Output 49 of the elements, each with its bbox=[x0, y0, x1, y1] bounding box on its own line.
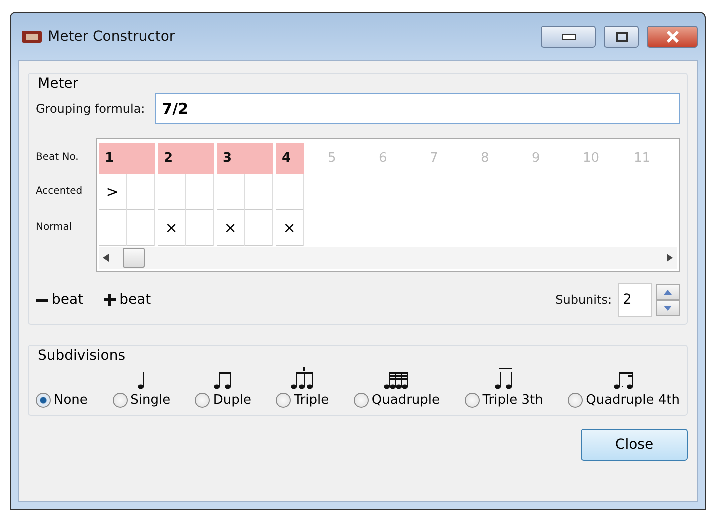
normal-cell[interactable]: × bbox=[217, 210, 244, 246]
formula-field[interactable]: 7/2 bbox=[155, 93, 680, 124]
plus-icon bbox=[104, 294, 116, 306]
beat-number[interactable]: 1 bbox=[99, 143, 155, 174]
beat-number[interactable]: 4 bbox=[276, 143, 304, 174]
note-icon bbox=[384, 372, 410, 390]
subdivision-radio[interactable]: None bbox=[36, 393, 88, 408]
add-beat-button[interactable]: beat bbox=[104, 292, 152, 308]
subdivision-radio[interactable]: Quadruple 4th bbox=[568, 393, 680, 408]
normal-cell[interactable]: × bbox=[158, 210, 185, 246]
subdivision-radio[interactable]: Triple bbox=[276, 393, 330, 408]
up-arrow-icon bbox=[664, 290, 672, 294]
formula-label: Grouping formula: bbox=[36, 102, 146, 116]
close-window-button[interactable] bbox=[647, 26, 698, 48]
spin-up-button[interactable] bbox=[656, 284, 680, 300]
subdivision-radio[interactable]: Single bbox=[112, 393, 171, 408]
beat-number[interactable]: 2 bbox=[158, 143, 214, 174]
maximize-icon bbox=[616, 32, 628, 42]
minimize-button[interactable] bbox=[541, 26, 596, 48]
note-icon bbox=[495, 368, 514, 390]
subunits-field[interactable]: 2 bbox=[618, 283, 652, 317]
row-label: Normal bbox=[36, 220, 74, 234]
note-icon bbox=[291, 367, 314, 390]
subdivision-radio[interactable]: Quadruple bbox=[354, 393, 440, 408]
app-icon bbox=[22, 30, 42, 42]
normal-cell[interactable]: × bbox=[276, 210, 303, 246]
beat-number[interactable]: 3 bbox=[217, 143, 273, 174]
note-icon bbox=[614, 372, 634, 390]
subdivision-radio[interactable]: Triple 3th bbox=[464, 393, 544, 408]
subdivision-radio[interactable]: Duple bbox=[195, 393, 252, 408]
down-arrow-icon bbox=[664, 306, 672, 310]
scroll-thumb[interactable] bbox=[123, 248, 145, 268]
scrollbar[interactable] bbox=[99, 247, 677, 269]
spin-down-button[interactable] bbox=[656, 300, 680, 316]
maximize-button[interactable] bbox=[604, 26, 639, 48]
remove-beat-button[interactable]: beat bbox=[36, 292, 84, 308]
row-label: Accented bbox=[36, 184, 84, 198]
left-arrow-icon[interactable] bbox=[103, 254, 109, 262]
minimize-icon bbox=[562, 34, 576, 40]
subunits-label: Subunits: bbox=[556, 293, 612, 307]
minus-icon bbox=[36, 298, 48, 302]
window-title: Meter Constructor bbox=[48, 28, 176, 44]
close-button[interactable]: Close bbox=[581, 429, 688, 462]
accent-cell[interactable]: > bbox=[99, 174, 126, 210]
note-icon bbox=[138, 372, 146, 390]
right-arrow-icon[interactable] bbox=[667, 254, 673, 262]
row-label: Beat No. bbox=[36, 151, 80, 165]
close-icon bbox=[666, 30, 680, 42]
note-icon bbox=[214, 372, 232, 390]
